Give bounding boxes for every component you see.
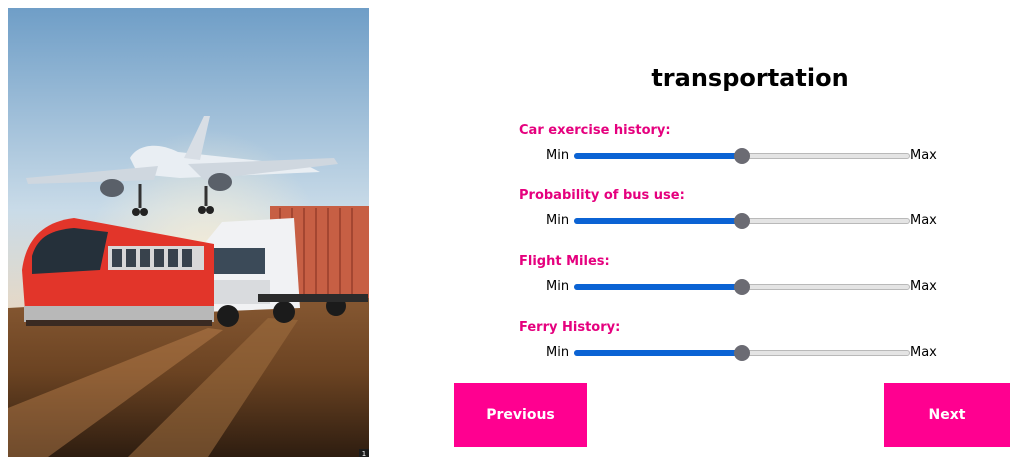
slider-max-label: Max	[910, 213, 937, 228]
slider-fill	[574, 350, 742, 356]
previous-button[interactable]: Previous	[454, 383, 587, 447]
slider-thumb[interactable]	[734, 148, 750, 164]
slider-fill	[574, 284, 742, 290]
slider-thumb[interactable]	[734, 279, 750, 295]
slider-flight-miles: Flight Miles: Min Max	[519, 254, 949, 304]
slider-probability-of-bus-use: Probability of bus use: Min Max	[519, 188, 949, 238]
slider-fill	[574, 218, 742, 224]
transportation-illustration: 1	[8, 8, 369, 457]
slider-max-label: Max	[910, 279, 937, 294]
image-corner-badge: 1	[362, 450, 366, 457]
slider-thumb[interactable]	[734, 213, 750, 229]
slider-label: Flight Miles:	[519, 254, 610, 269]
slider-max-label: Max	[910, 148, 937, 163]
slider-fill	[574, 153, 742, 159]
slider-min-label: Min	[546, 345, 570, 360]
slider-ferry-history: Ferry History: Min Max	[519, 320, 949, 370]
slider-label: Ferry History:	[519, 320, 621, 335]
slider-label: Probability of bus use:	[519, 188, 685, 203]
slider-car-exercise-history: Car exercise history: Min Max	[519, 123, 949, 173]
slider-min-label: Min	[546, 279, 570, 294]
slider-thumb[interactable]	[734, 345, 750, 361]
page-title: transportation	[651, 64, 849, 92]
slider-label: Car exercise history:	[519, 123, 671, 138]
slider-min-label: Min	[546, 148, 570, 163]
slider-min-label: Min	[546, 213, 570, 228]
transportation-image: 1	[8, 8, 369, 457]
next-button[interactable]: Next	[884, 383, 1010, 447]
slider-max-label: Max	[910, 345, 937, 360]
